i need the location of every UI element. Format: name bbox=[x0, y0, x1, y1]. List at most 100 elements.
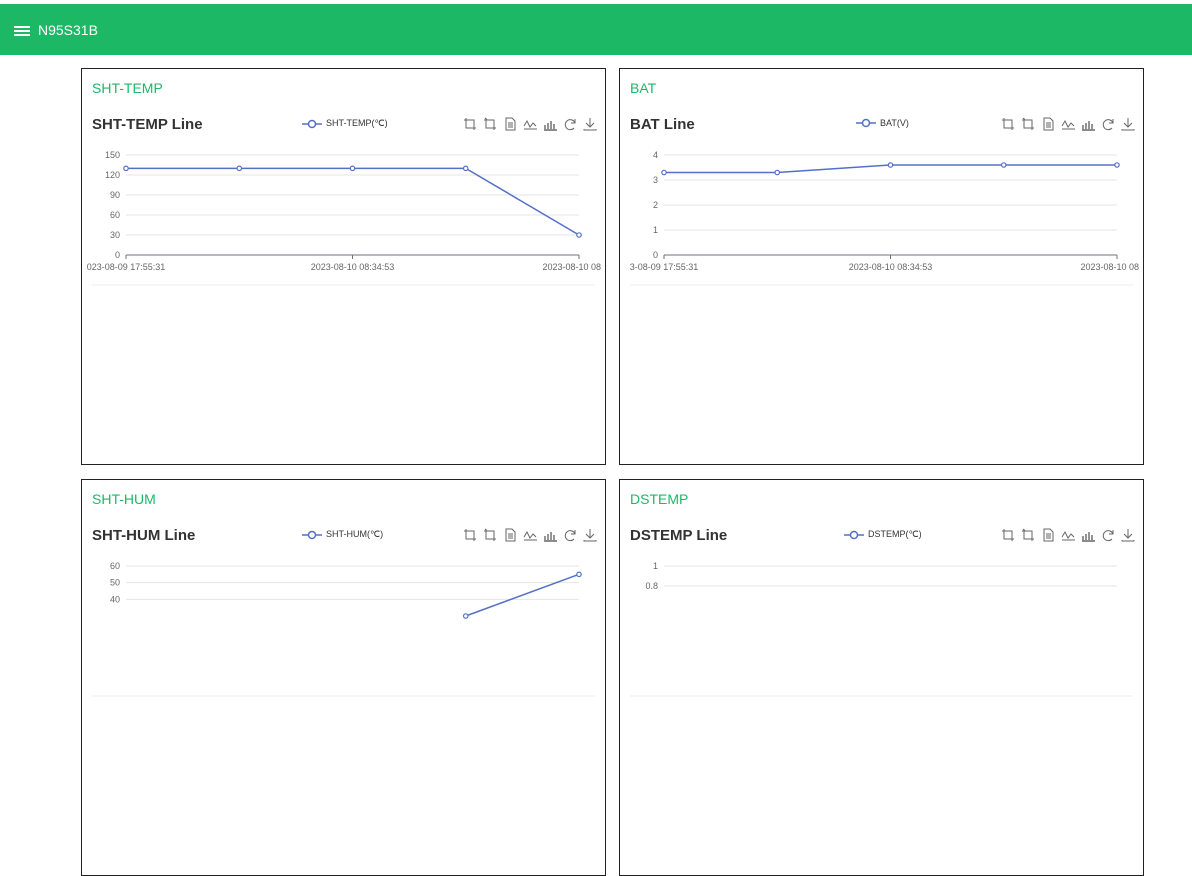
y-tick-label: 40 bbox=[110, 594, 120, 604]
bar-chart-icon[interactable] bbox=[1081, 117, 1095, 131]
data-point[interactable] bbox=[349, 165, 356, 172]
device-title: N95S31B bbox=[38, 21, 98, 38]
data-view-icon[interactable] bbox=[1041, 117, 1055, 131]
y-tick-label: 60 bbox=[110, 561, 120, 571]
legend-line-icon bbox=[302, 119, 322, 128]
legend-line-icon bbox=[302, 530, 322, 539]
x-tick-label: 2023-08-10 08:34:53 bbox=[311, 262, 395, 272]
card-label: SHT-HUM bbox=[92, 491, 156, 507]
chart-title: SHT-HUM Line bbox=[92, 527, 196, 544]
y-tick-label: 0 bbox=[115, 250, 120, 260]
data-view-icon[interactable] bbox=[503, 528, 517, 542]
chart-toolbox bbox=[1001, 528, 1135, 542]
y-tick-label: 150 bbox=[105, 150, 120, 160]
card-sht-hum: SHT-HUM SHT-HUM Line SHT-HUM(℃) 40 50 60 bbox=[81, 479, 606, 876]
x-tick-label: 3-08-09 17:55:31 bbox=[630, 262, 699, 272]
download-icon[interactable] bbox=[1121, 528, 1135, 542]
chart-title: BAT Line bbox=[630, 116, 695, 133]
bar-chart-icon[interactable] bbox=[543, 528, 557, 542]
download-icon[interactable] bbox=[583, 528, 597, 542]
download-icon[interactable] bbox=[1121, 117, 1135, 131]
data-point[interactable] bbox=[576, 571, 582, 578]
data-view-icon[interactable] bbox=[1041, 528, 1055, 542]
data-point[interactable] bbox=[462, 165, 469, 172]
chart-toolbox bbox=[463, 117, 597, 131]
zoom-reset-icon[interactable] bbox=[483, 117, 497, 131]
chart-title: SHT-TEMP Line bbox=[92, 116, 203, 133]
chart-plot: 0.8 1 bbox=[620, 558, 1143, 703]
zoom-reset-icon[interactable] bbox=[1021, 528, 1035, 542]
data-view-icon[interactable] bbox=[503, 117, 517, 131]
x-tick-label: 023-08-09 17:55:31 bbox=[87, 262, 166, 272]
data-point[interactable] bbox=[774, 169, 781, 176]
data-point[interactable] bbox=[661, 169, 667, 176]
restore-icon[interactable] bbox=[563, 117, 577, 131]
bar-chart-icon[interactable] bbox=[543, 117, 557, 131]
y-tick-label: 90 bbox=[110, 190, 120, 200]
y-tick-label: 2 bbox=[653, 200, 658, 210]
y-tick-label: 120 bbox=[105, 170, 120, 180]
line-chart-icon[interactable] bbox=[1061, 117, 1075, 131]
card-dstemp: DSTEMP DSTEMP Line DSTEMP(℃) 0.8 1 bbox=[619, 479, 1144, 876]
data-point[interactable] bbox=[1114, 162, 1120, 168]
x-tick-label: 2023-08-10 08 bbox=[1080, 262, 1139, 272]
restore-icon[interactable] bbox=[563, 528, 577, 542]
legend-item[interactable]: SHT-HUM(℃) bbox=[302, 529, 383, 540]
chart-svg: 0.81 bbox=[630, 561, 1133, 697]
chart-title: DSTEMP Line bbox=[630, 527, 728, 544]
legend-item[interactable]: BAT(V) bbox=[856, 118, 909, 128]
legend-label: SHT-TEMP(℃) bbox=[326, 118, 388, 128]
data-point[interactable] bbox=[236, 165, 243, 172]
chart-svg: 0 30 60 90 120 150 023-08-09 17:55:31 2023-08-1… bbox=[87, 150, 601, 286]
bar-chart-icon[interactable] bbox=[1081, 528, 1095, 542]
hamburger-menu-icon[interactable] bbox=[14, 24, 30, 36]
y-tick-label: 1 bbox=[653, 561, 658, 571]
card-sht-temp: SHT-TEMP SHT-TEMP Line SHT-TEMP(℃) 0 30 60… bbox=[81, 68, 606, 465]
line-chart-icon[interactable] bbox=[1061, 528, 1075, 542]
legend-label: BAT(V) bbox=[880, 118, 909, 128]
line-chart-icon[interactable] bbox=[523, 117, 537, 131]
chart-svg: 0 1 2 3 4 3-08-09 17:55:31 2023-08-10 08:34:53… bbox=[630, 150, 1139, 286]
chart-toolbox bbox=[463, 528, 597, 542]
card-label: SHT-TEMP bbox=[92, 80, 163, 96]
y-tick-label: 30 bbox=[110, 230, 120, 240]
x-tick-label: 2023-08-10 08:34:53 bbox=[849, 262, 933, 272]
restore-icon[interactable] bbox=[1101, 528, 1115, 542]
chart-plot: 0 30 60 90 120 150 023-08-09 17:55:31 2023-08-1… bbox=[82, 147, 605, 292]
y-tick-label: 3 bbox=[653, 175, 658, 185]
zoom-icon[interactable] bbox=[1001, 528, 1015, 542]
download-icon[interactable] bbox=[583, 117, 597, 131]
y-tick-label: 0.8 bbox=[645, 581, 658, 591]
card-label: DSTEMP bbox=[630, 491, 689, 507]
line-chart-icon[interactable] bbox=[523, 528, 537, 542]
data-point[interactable] bbox=[123, 165, 129, 172]
series-line bbox=[465, 573, 580, 617]
legend-label: SHT-HUM(℃) bbox=[326, 529, 384, 539]
series-line bbox=[126, 167, 580, 236]
zoom-icon[interactable] bbox=[463, 117, 477, 131]
data-point[interactable] bbox=[462, 613, 469, 619]
y-tick-label: 1 bbox=[653, 225, 658, 235]
zoom-icon[interactable] bbox=[463, 528, 477, 542]
zoom-reset-icon[interactable] bbox=[1021, 117, 1035, 131]
chart-svg: 40 50 60 bbox=[92, 561, 595, 697]
chart-toolbox bbox=[1001, 117, 1135, 131]
y-tick-label: 60 bbox=[110, 210, 120, 220]
data-point[interactable] bbox=[1000, 162, 1007, 168]
y-tick-label: 4 bbox=[653, 150, 658, 160]
card-bat: BAT BAT Line BAT(V) 0 1 2 3 4 3-08-09 17:55:3… bbox=[619, 68, 1144, 465]
top-app-bar: N95S31B bbox=[0, 4, 1192, 55]
data-point[interactable] bbox=[576, 232, 582, 238]
legend-item[interactable]: SHT-TEMP(℃) bbox=[302, 118, 388, 129]
chart-plot: 40 50 60 bbox=[82, 558, 605, 703]
zoom-reset-icon[interactable] bbox=[483, 528, 497, 542]
y-tick-label: 0 bbox=[653, 250, 658, 260]
legend-line-icon bbox=[856, 118, 876, 128]
card-label: BAT bbox=[630, 80, 657, 96]
data-point[interactable] bbox=[887, 162, 894, 168]
restore-icon[interactable] bbox=[1101, 117, 1115, 131]
legend-item[interactable]: DSTEMP(℃) bbox=[844, 529, 922, 540]
legend-line-icon bbox=[844, 530, 864, 539]
legend-label: DSTEMP(℃) bbox=[868, 529, 922, 539]
zoom-icon[interactable] bbox=[1001, 117, 1015, 131]
